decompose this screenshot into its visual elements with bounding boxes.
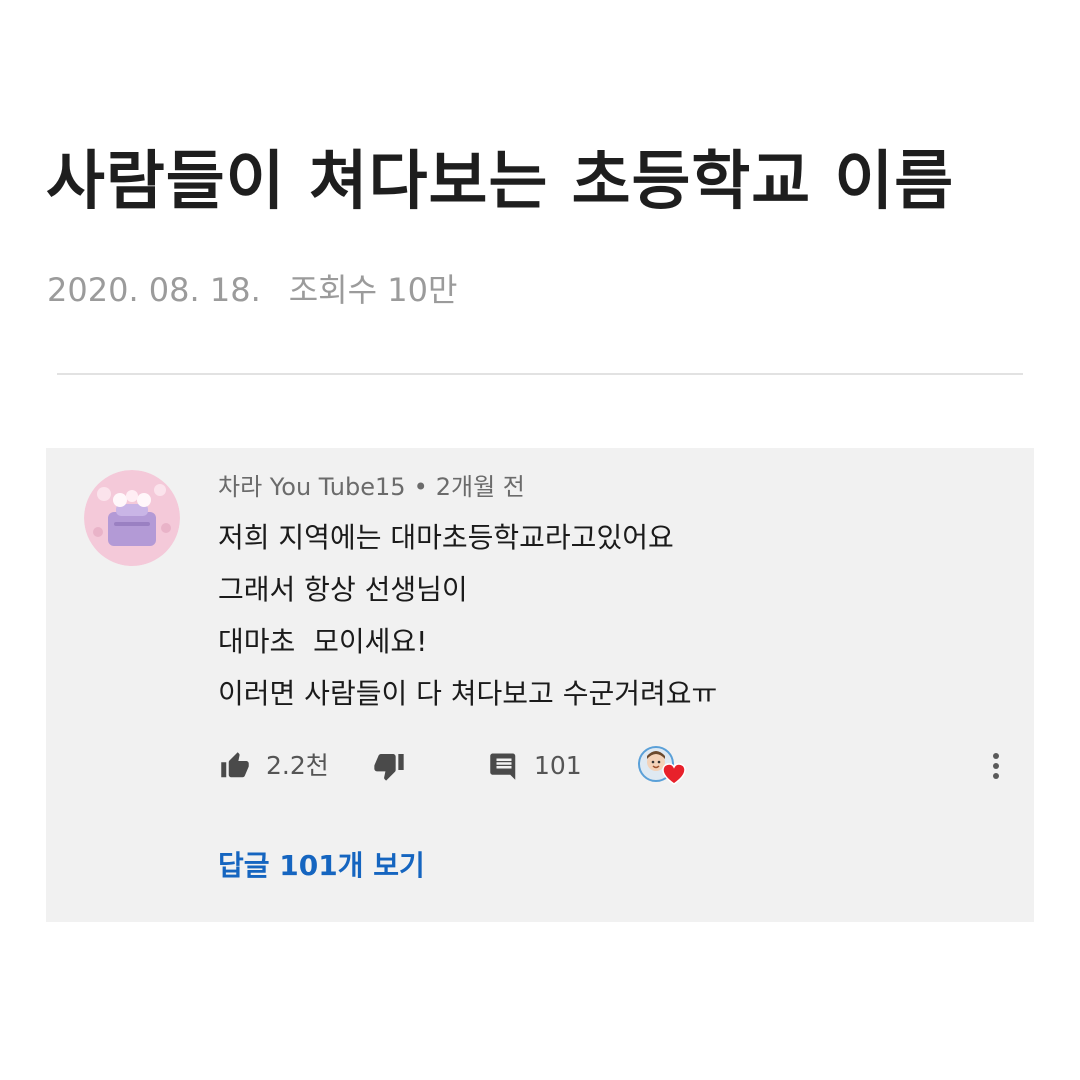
reply-count: 101: [534, 751, 582, 780]
comment-line: 저희 지역에는 대마초등학교라고있어요: [218, 521, 674, 554]
divider: [57, 373, 1023, 375]
like-count: 2.2천: [266, 751, 329, 780]
view-count: 조회수 10만: [288, 271, 458, 309]
comment-card: 차라 You Tube15 • 2개월 전 저희 지역에는 대마초등학교라고있어요 …: [46, 448, 1034, 922]
creator-heart-icon: [636, 744, 688, 788]
like-button[interactable]: 2.2천: [218, 744, 329, 788]
avatar[interactable]: [84, 470, 180, 566]
post-meta: 2020. 08. 18. 조회수 10만: [47, 266, 457, 314]
thumb-down-icon: [372, 750, 406, 782]
comment-line: 이러면 사람들이 다 쳐다보고 수군거려요ㅠ: [218, 677, 718, 710]
reply-button[interactable]: 101: [488, 744, 582, 788]
thumb-up-icon: [218, 751, 252, 781]
comment-line: 그래서 항상 선생님이: [218, 573, 468, 606]
more-vert-icon: [982, 744, 1010, 788]
comment-text: 저희 지역에는 대마초등학교라고있어요 그래서 항상 선생님이 대마초 모이세요…: [218, 512, 998, 720]
view-replies-link[interactable]: 답글 101개 보기: [218, 846, 425, 886]
creator-heart: [636, 744, 688, 788]
header-separator: •: [413, 473, 428, 501]
comment-time: 2개월 전: [435, 473, 525, 501]
comment-line: 대마초 모이세요!: [218, 625, 428, 658]
comment-actions: 2.2천 101: [218, 744, 1008, 788]
comment-author[interactable]: 차라 You Tube15: [218, 473, 406, 501]
comment-header: 차라 You Tube15 • 2개월 전: [218, 470, 525, 504]
comment-icon: [488, 751, 520, 781]
post-title: 사람들이 쳐다보는 초등학교 이름: [46, 145, 955, 219]
post-date: 2020. 08. 18.: [47, 271, 261, 309]
more-options-button[interactable]: [982, 744, 1010, 788]
dislike-button[interactable]: [372, 744, 406, 788]
